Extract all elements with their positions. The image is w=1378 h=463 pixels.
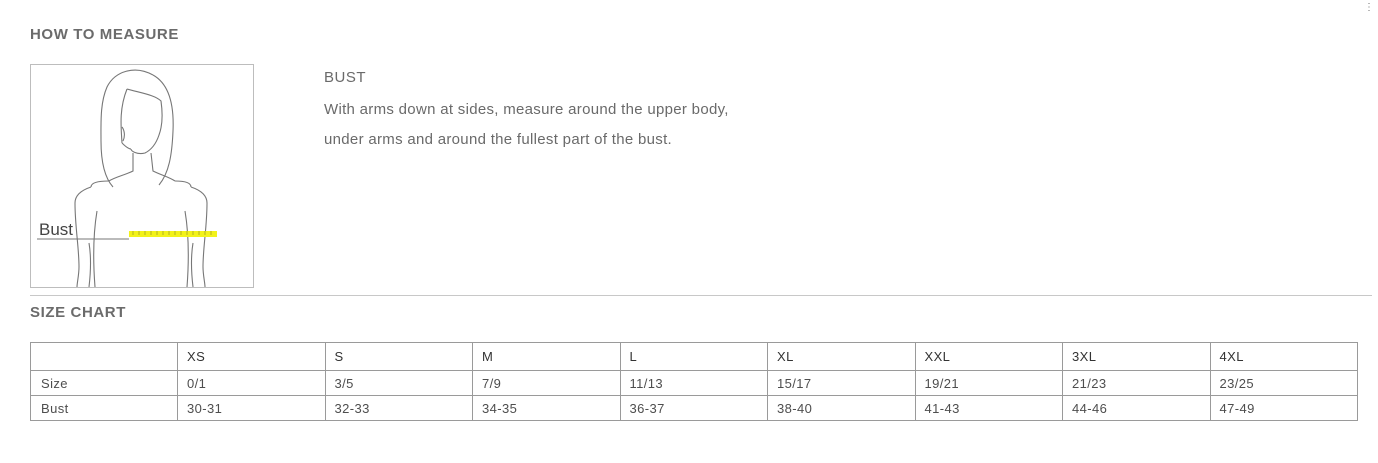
table-cell: 19/21 [914, 370, 1063, 396]
size-header-cell: M [472, 342, 621, 371]
size-header-cell: XL [767, 342, 916, 371]
table-cell: 38-40 [767, 395, 916, 421]
table-cell: 36-37 [619, 395, 768, 421]
size-header-cell: XXL [914, 342, 1063, 371]
size-chart-title: SIZE CHART [30, 304, 126, 321]
table-cell: 47-49 [1209, 395, 1358, 421]
table-cell: 11/13 [619, 370, 768, 396]
size-header-cell: XS [177, 342, 326, 371]
more-options-icon[interactable]: ⋮ [1364, 2, 1374, 13]
table-cell: 15/17 [767, 370, 916, 396]
measurement-description: With arms down at sides, measure around … [324, 101, 729, 148]
how-to-measure-title: HOW TO MEASURE [30, 26, 179, 43]
table-cell: 3/5 [324, 370, 473, 396]
measurement-heading: BUST [324, 69, 367, 86]
header-corner-cell [30, 342, 178, 371]
table-row: Bust 30-31 32-33 34-35 36-37 38-40 41-43… [30, 395, 1358, 421]
bust-figure-label: Bust [39, 220, 73, 239]
measure-tape [129, 231, 217, 237]
row-label: Size [30, 370, 178, 396]
row-label: Bust [30, 395, 178, 421]
table-cell: 21/23 [1062, 370, 1211, 396]
size-header-cell: L [619, 342, 768, 371]
table-cell: 23/25 [1209, 370, 1358, 396]
table-cell: 0/1 [177, 370, 326, 396]
table-cell: 32-33 [324, 395, 473, 421]
table-row: Size 0/1 3/5 7/9 11/13 15/17 19/21 21/23… [30, 370, 1358, 396]
table-header-row: XS S M L XL XXL 3XL 4XL [30, 342, 1358, 371]
bust-measure-illustration: Bust [30, 64, 254, 288]
table-cell: 30-31 [177, 395, 326, 421]
table-cell: 34-35 [472, 395, 621, 421]
table-cell: 44-46 [1062, 395, 1211, 421]
size-chart-table: XS S M L XL XXL 3XL 4XL Size 0/1 3/5 7/9… [30, 342, 1358, 421]
size-header-cell: 3XL [1062, 342, 1211, 371]
table-cell: 41-43 [914, 395, 1063, 421]
table-cell: 7/9 [472, 370, 621, 396]
size-header-cell: 4XL [1209, 342, 1358, 371]
bust-instructions: BUST With arms down at sides, measure ar… [324, 69, 764, 154]
section-divider [30, 295, 1372, 296]
size-header-cell: S [324, 342, 473, 371]
figure-outline [74, 69, 208, 287]
